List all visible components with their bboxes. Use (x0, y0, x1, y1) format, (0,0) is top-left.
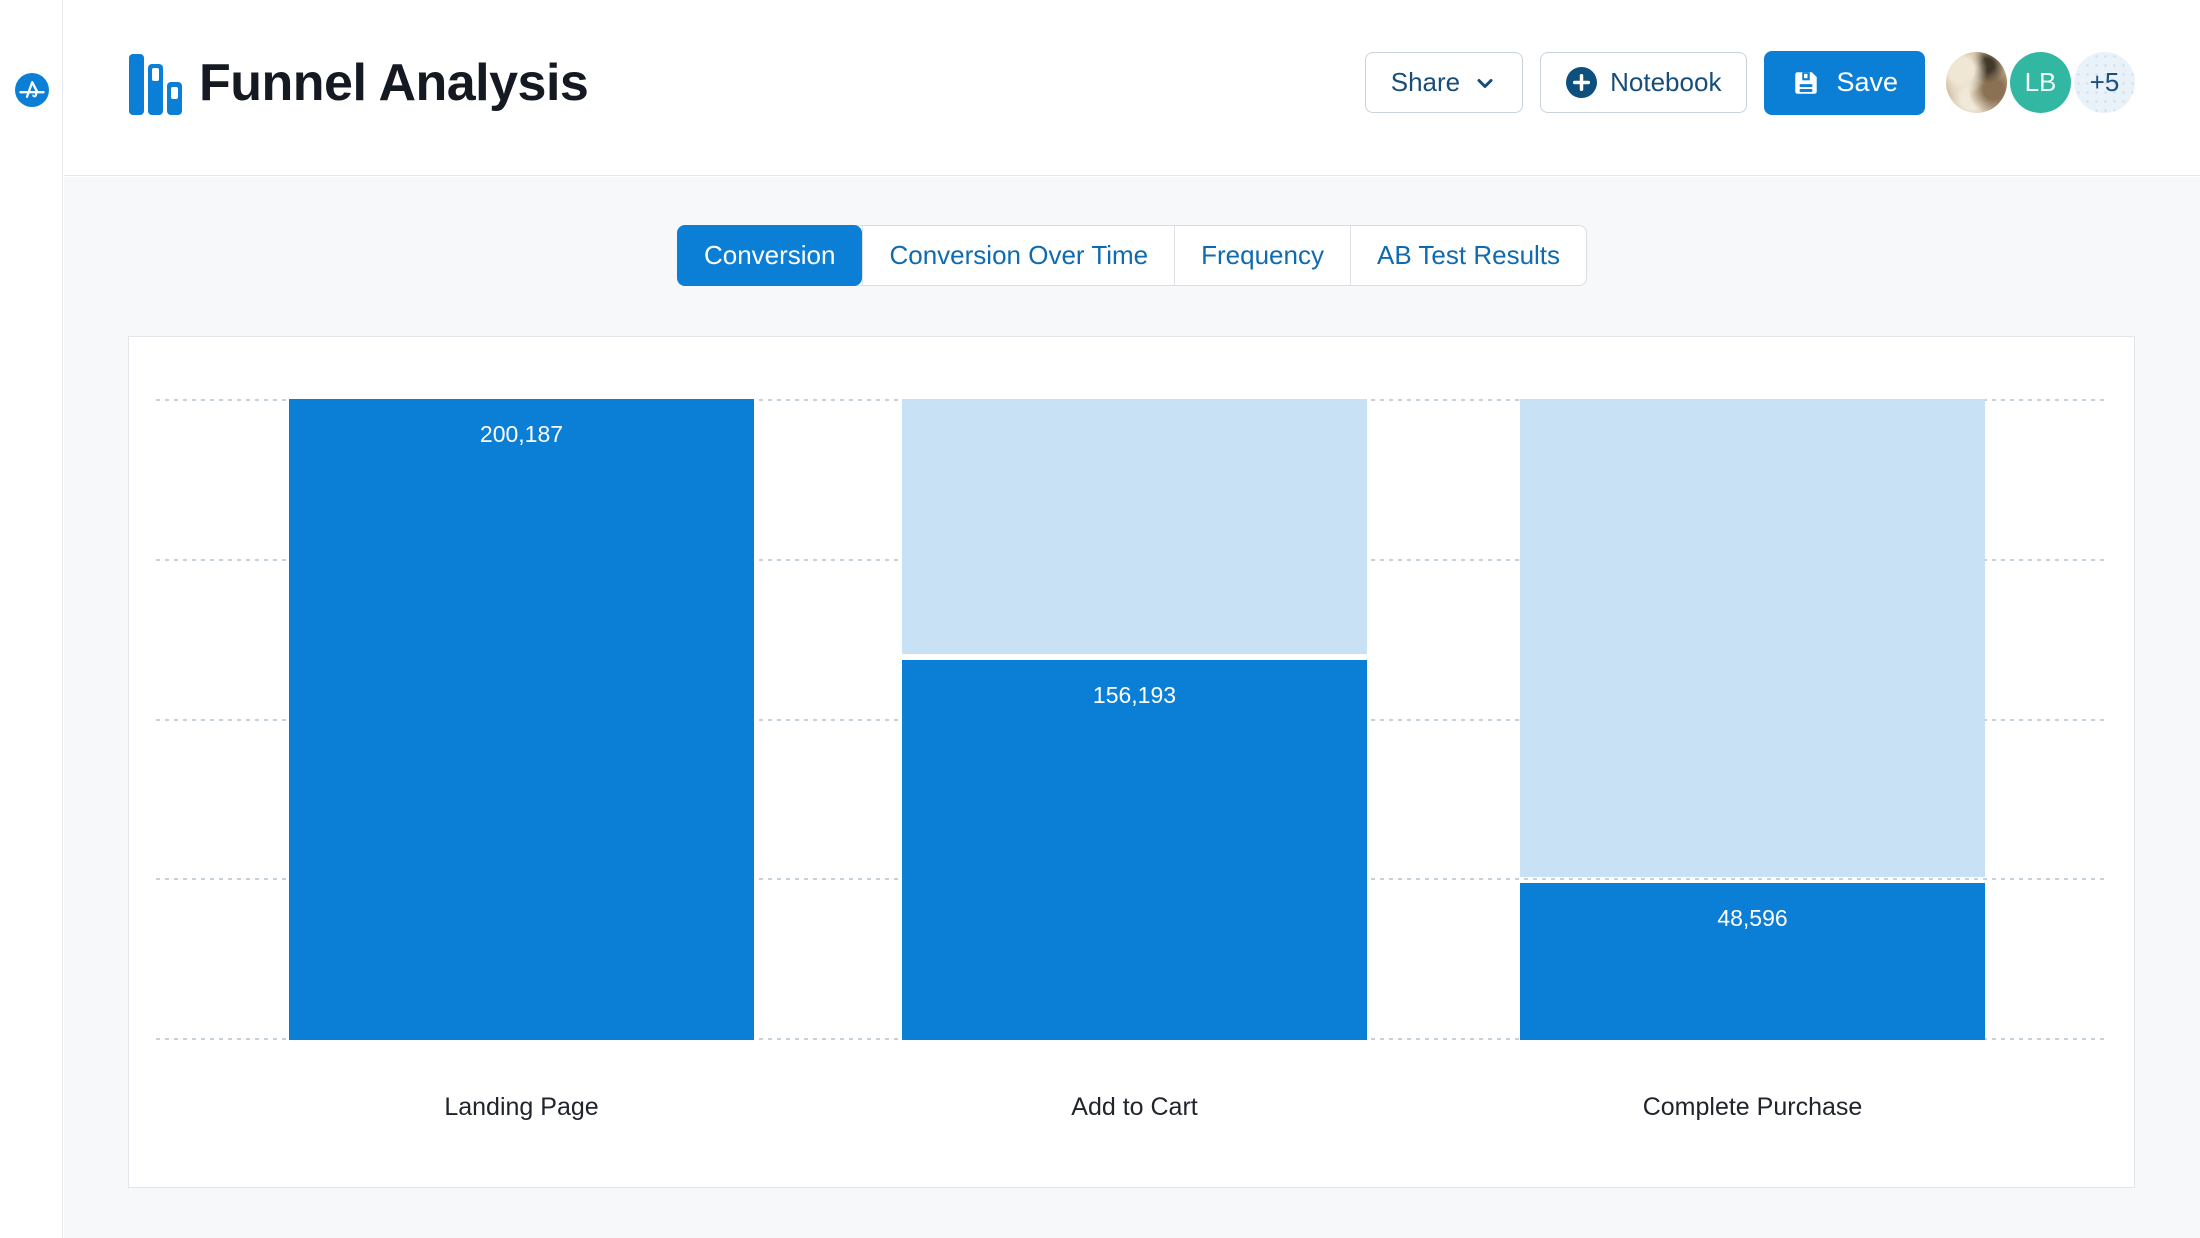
funnel-bar-add-to-cart-remainder[interactable] (902, 399, 1367, 654)
bar-chart-icon (129, 51, 183, 115)
save-button-label: Save (1836, 67, 1898, 98)
avatar-overflow-chip[interactable]: +5 (2074, 52, 2135, 113)
save-button[interactable]: Save (1764, 51, 1925, 115)
plus-circle-icon (1566, 67, 1597, 98)
funnel-bar-complete-purchase-remainder[interactable] (1520, 399, 1985, 877)
category-label-complete-purchase: Complete Purchase (1520, 1093, 1985, 1122)
header-controls: Share Notebook (1365, 51, 2135, 115)
title-group: Funnel Analysis (129, 51, 588, 115)
funnel-bar-complete-purchase[interactable]: 48,596 (1520, 883, 1985, 1040)
tabs-row: Conversion Conversion Over Time Frequenc… (64, 225, 2200, 286)
funnel-chart-card: 200,187 156,193 48,596 Landing Page Add … (128, 336, 2135, 1188)
share-button[interactable]: Share (1365, 52, 1523, 113)
funnel-bar-add-to-cart[interactable]: 156,193 (902, 660, 1367, 1040)
avatar-lb[interactable]: LB (2010, 52, 2071, 113)
bar-value-label: 48,596 (1520, 905, 1985, 932)
page-title: Funnel Analysis (199, 53, 588, 113)
tab-conversion[interactable]: Conversion (677, 225, 863, 286)
notebook-button-label: Notebook (1610, 67, 1721, 98)
funnel-bar-landing-page[interactable]: 200,187 (289, 399, 754, 1040)
notebook-button[interactable]: Notebook (1540, 52, 1747, 113)
chevron-down-icon (1473, 71, 1497, 95)
share-button-label: Share (1391, 67, 1460, 98)
floppy-disk-icon (1791, 68, 1821, 98)
app-logo-button[interactable] (15, 73, 49, 107)
tab-ab-test-results[interactable]: AB Test Results (1350, 226, 1586, 285)
chart-type-tabs: Conversion Conversion Over Time Frequenc… (677, 225, 1587, 286)
amplitude-logo-icon (15, 94, 49, 111)
category-label-landing-page: Landing Page (289, 1093, 754, 1122)
main-content: Conversion Conversion Over Time Frequenc… (64, 177, 2200, 1238)
funnel-chart-plot: 200,187 156,193 48,596 Landing Page Add … (156, 399, 2107, 1040)
bar-value-label: 156,193 (902, 682, 1367, 709)
page-header: Funnel Analysis Share Notebook (64, 0, 2200, 176)
category-label-add-to-cart: Add to Cart (902, 1093, 1367, 1122)
tab-conversion-over-time[interactable]: Conversion Over Time (862, 226, 1174, 285)
bar-value-label: 200,187 (289, 421, 754, 448)
tab-frequency[interactable]: Frequency (1174, 226, 1350, 285)
avatar-overflow-count: +5 (2090, 67, 2120, 98)
avatar-initials: LB (2025, 67, 2057, 98)
user-photo-avatar[interactable] (1946, 52, 2007, 113)
avatar-stack: LB +5 (1946, 52, 2135, 113)
left-rail (0, 0, 63, 1238)
